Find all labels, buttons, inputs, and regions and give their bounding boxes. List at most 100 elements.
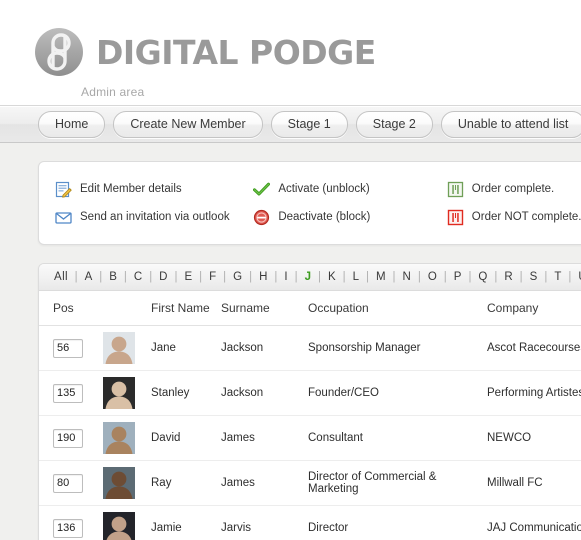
cell-avatar (103, 505, 151, 540)
cell-first-name: Stanley (151, 370, 221, 416)
alpha-separator: | (490, 271, 502, 283)
cell-surname: James (221, 460, 308, 506)
alpha-separator: | (564, 271, 576, 283)
alpha-filter-c[interactable]: C (133, 271, 144, 283)
cutlery-incomplete-icon (447, 209, 464, 226)
alpha-filter-r[interactable]: R (503, 271, 514, 283)
legend-panel: Edit Member details Activate (unblock) O… (38, 161, 581, 245)
legend-label: Order NOT complete. (471, 211, 581, 223)
pos-input[interactable] (53, 518, 83, 538)
alpha-filter-o[interactable]: O (427, 271, 438, 283)
alpha-separator: | (270, 271, 282, 283)
tab-stage-1[interactable]: Stage 1 (270, 110, 348, 138)
alpha-filter-e[interactable]: E (183, 271, 193, 283)
table-row[interactable]: DavidJamesConsultantNEWCO (39, 415, 581, 461)
avatar (103, 422, 135, 454)
table-row[interactable]: JamieJarvisDirectorJAJ Communications (39, 505, 581, 540)
alpha-separator: | (120, 271, 131, 283)
cell-occupation: Founder/CEO (308, 370, 487, 416)
alpha-separator: | (245, 271, 257, 283)
alpha-separator: | (314, 271, 325, 283)
alpha-filter-m[interactable]: M (375, 271, 387, 283)
alpha-filter-t[interactable]: T (553, 271, 562, 283)
legend-item-edit-member-details[interactable]: Edit Member details (39, 181, 253, 198)
alpha-filter-p[interactable]: P (453, 271, 463, 283)
legend-label: Order complete. (471, 183, 555, 195)
cell-occupation: Sponsorship Manager (308, 325, 487, 371)
cell-occupation: Director (308, 505, 487, 540)
tab-create-new-member[interactable]: Create New Member (113, 110, 263, 138)
alpha-separator: | (170, 271, 182, 283)
alpha-filter-a[interactable]: A (84, 271, 94, 283)
legend-item-deactivate-block[interactable]: Deactivate (block) (253, 209, 446, 226)
cell-company: JAJ Communications (487, 505, 581, 540)
column-header-company: Company (487, 291, 581, 326)
alpha-filter-all[interactable]: All (53, 271, 69, 283)
alpha-separator: | (339, 271, 350, 283)
cell-surname: Jarvis (221, 505, 308, 540)
alpha-filter-q[interactable]: Q (477, 271, 488, 283)
cell-company: Performing Artistes (487, 370, 581, 416)
envelope-icon (55, 209, 72, 226)
cell-first-name: Ray (151, 460, 221, 506)
legend-row: Send an invitation via outlook Deactivat… (39, 203, 581, 231)
cell-company: Ascot Racecourses (487, 325, 581, 371)
alpha-separator: | (219, 271, 231, 283)
cutlery-complete-icon (447, 181, 464, 198)
cell-surname: Jackson (221, 370, 308, 416)
page-header: DIGITAL PODGE Admin area (0, 0, 581, 105)
cell-pos (39, 415, 103, 461)
pos-input[interactable] (53, 338, 83, 358)
cell-surname: James (221, 415, 308, 461)
cell-company: NEWCO (487, 415, 581, 461)
content-area: Edit Member details Activate (unblock) O… (0, 143, 581, 540)
green-check-icon (253, 181, 271, 198)
column-header-pos: Pos (39, 291, 103, 326)
cell-pos (39, 505, 103, 540)
alpha-filter-f[interactable]: F (208, 271, 217, 283)
alpha-filter-k[interactable]: K (327, 271, 337, 283)
cell-occupation: Director of Commercial & Marketing (308, 460, 487, 506)
brand: DIGITAL PODGE (33, 26, 581, 78)
alpha-separator: | (70, 271, 82, 283)
legend-item-activate-unblock[interactable]: Activate (unblock) (253, 181, 446, 198)
table-row[interactable]: RayJamesDirector of Commercial & Marketi… (39, 460, 581, 506)
pos-input[interactable] (53, 428, 83, 448)
cell-avatar (103, 460, 151, 506)
alpha-separator: | (440, 271, 451, 283)
alpha-filter-d[interactable]: D (158, 271, 169, 283)
tab-home[interactable]: Home (38, 110, 106, 138)
alpha-separator: | (95, 271, 107, 283)
members-table: Pos First Name Surname Occupation Compan… (39, 291, 581, 540)
alpha-filter-g[interactable]: G (232, 271, 243, 283)
cell-avatar (103, 415, 151, 461)
cell-first-name: Jane (151, 325, 221, 371)
alpha-filter-h[interactable]: H (258, 271, 269, 283)
alpha-filter-n[interactable]: N (402, 271, 413, 283)
cell-occupation: Consultant (308, 415, 487, 461)
column-header-first-name: First Name (151, 291, 221, 326)
table-row[interactable]: StanleyJacksonFounder/CEOPerforming Arti… (39, 370, 581, 416)
members-panel: All | A | B | C | D | E | F | G | H | I … (38, 263, 581, 540)
alpha-separator: | (464, 271, 476, 283)
pos-input[interactable] (53, 383, 83, 403)
avatar (103, 512, 135, 540)
alpha-filter-s[interactable]: S (529, 271, 539, 283)
legend-label: Activate (unblock) (278, 183, 370, 195)
alpha-filter-u[interactable]: U (577, 271, 581, 283)
cell-company: Millwall FC (487, 460, 581, 506)
table-row[interactable]: JaneJacksonSponsorship ManagerAscot Race… (39, 325, 581, 371)
cell-avatar (103, 325, 151, 371)
cell-first-name: David (151, 415, 221, 461)
legend-item-order-complete[interactable]: Order complete. (447, 181, 581, 198)
tab-unable-to-attend-list[interactable]: Unable to attend list (440, 110, 581, 138)
tab-stage-2[interactable]: Stage 2 (355, 110, 433, 138)
legend-item-order-not-complete[interactable]: Order NOT complete. (447, 209, 581, 226)
alpha-separator: | (414, 271, 425, 283)
legend-label: Edit Member details (80, 183, 182, 195)
alpha-filter-b[interactable]: B (108, 271, 118, 283)
cell-pos (39, 460, 103, 506)
legend-item-send-invitation-outlook[interactable]: Send an invitation via outlook (39, 209, 253, 226)
red-block-icon (253, 209, 270, 226)
pos-input[interactable] (53, 473, 83, 493)
